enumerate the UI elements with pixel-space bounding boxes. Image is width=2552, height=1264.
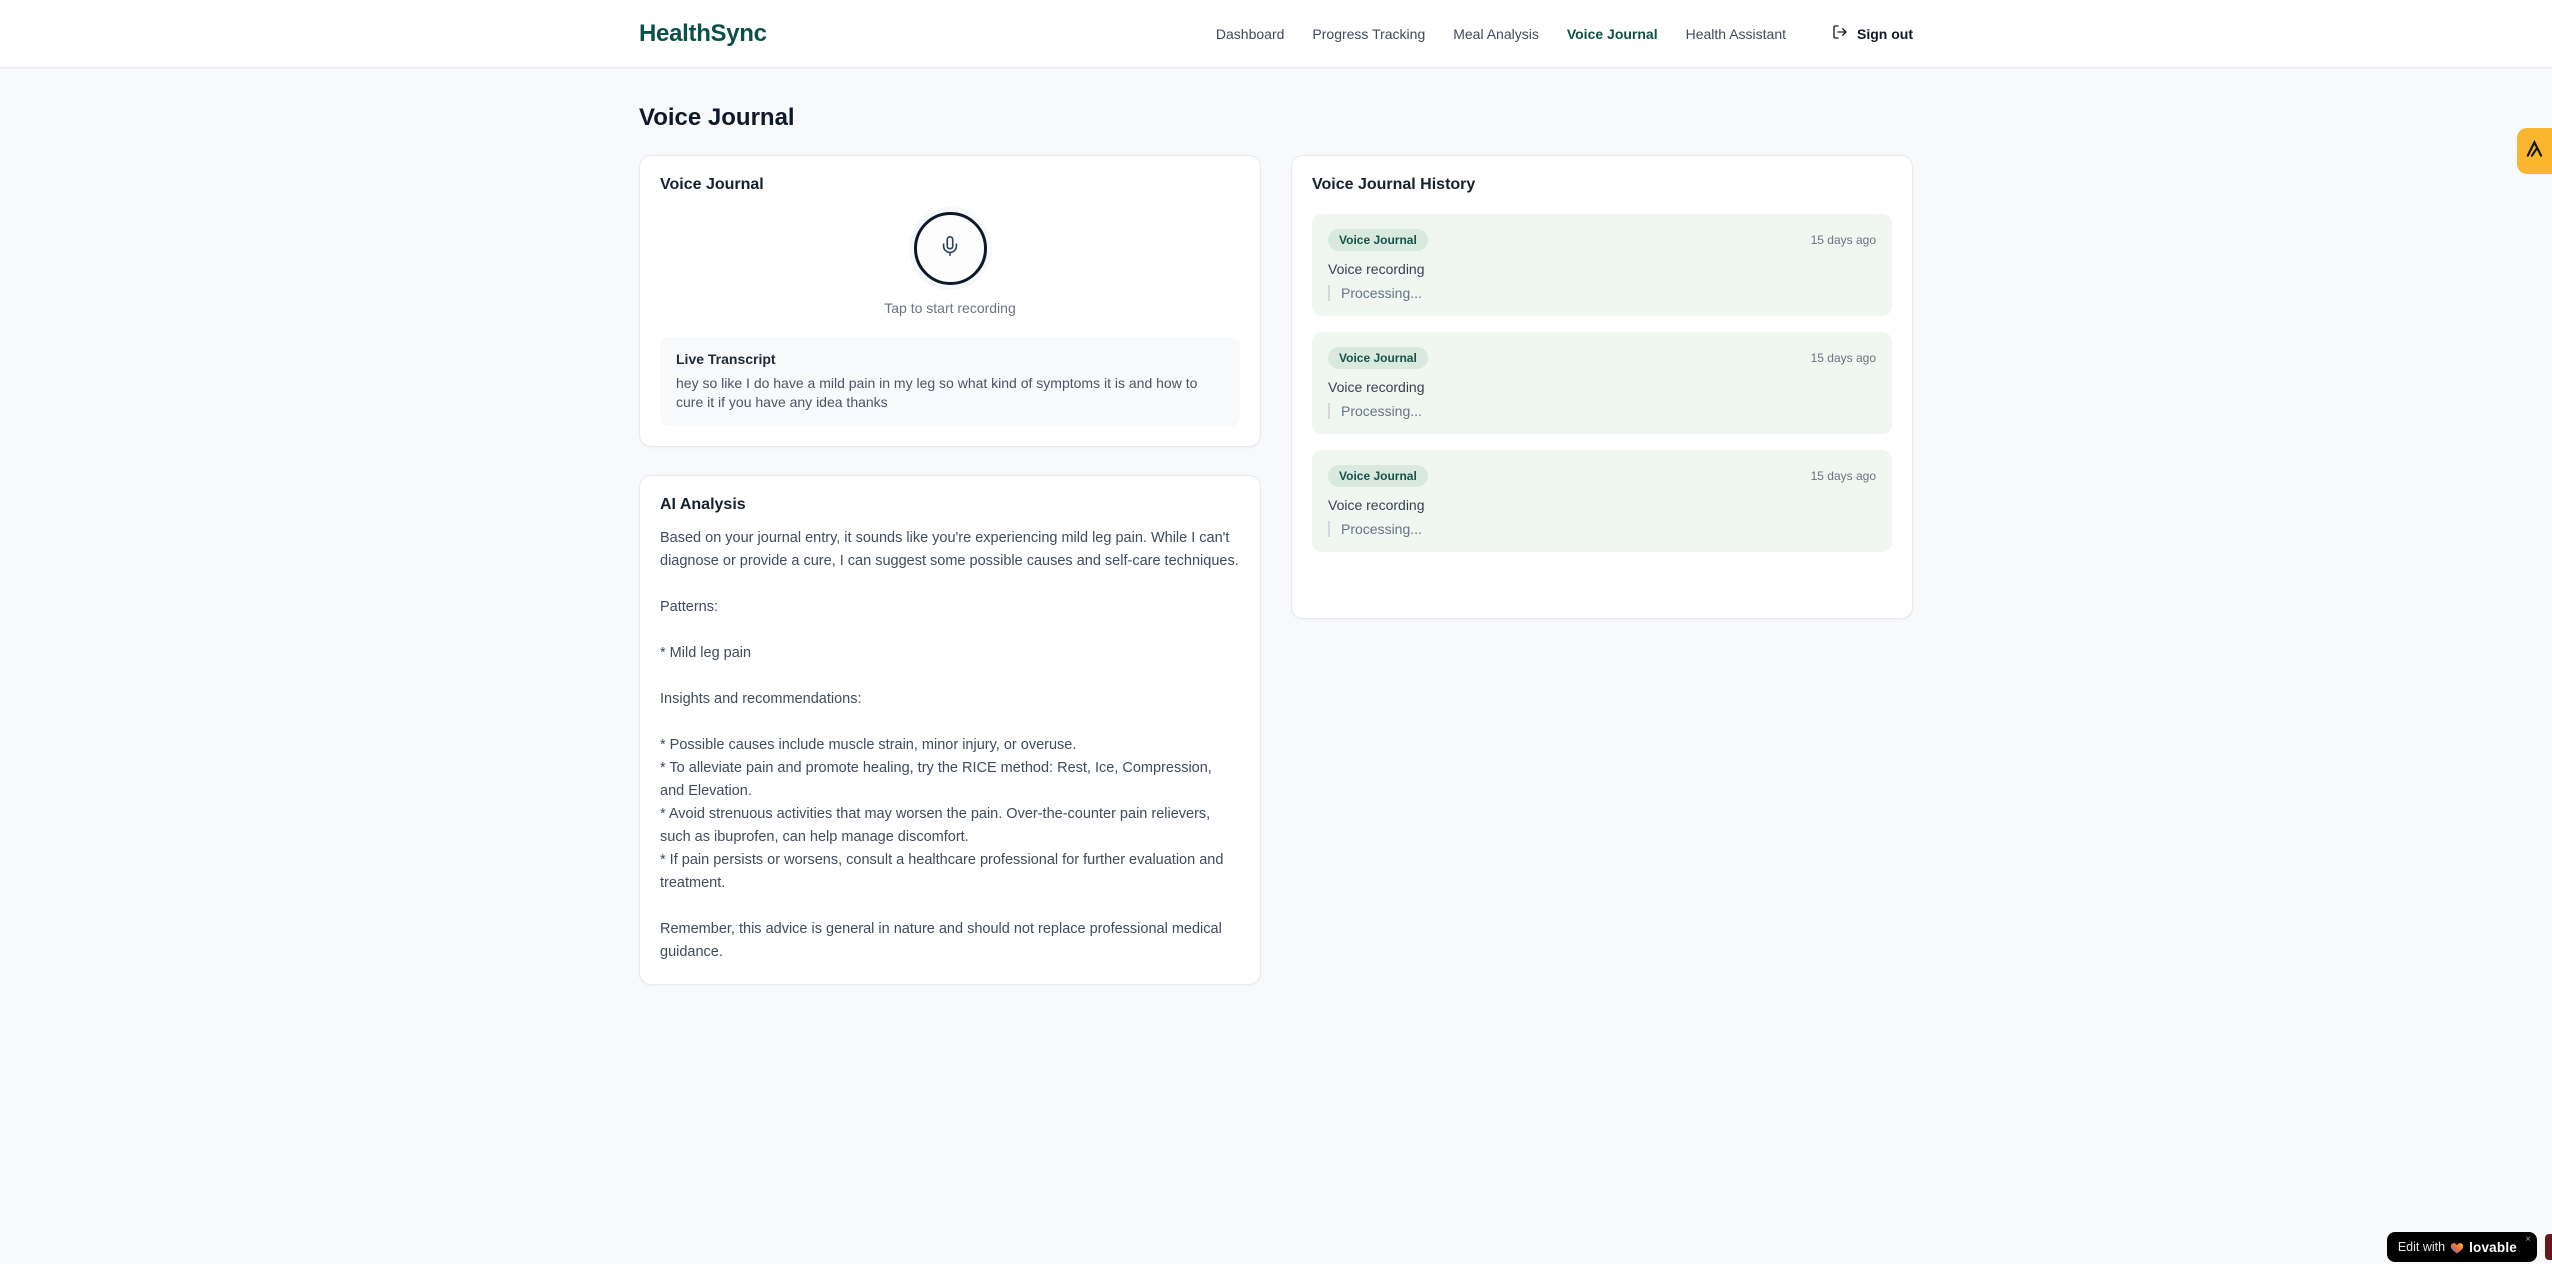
lovable-prefix-label: Edit with [2397,1240,2446,1254]
ai-analysis-body: Based on your journal entry, it sounds l… [660,530,1239,960]
entry-status: Processing... [1328,521,1876,537]
entry-type-badge: Voice Journal [1328,465,1428,487]
entry-timestamp: 15 days ago [1810,233,1876,247]
history-entry[interactable]: Voice Journal 15 days ago Voice recordin… [1312,332,1892,434]
brand-logo[interactable]: HealthSync [639,20,767,48]
page-title: Voice Journal [639,104,795,131]
entry-title: Voice recording [1328,497,1425,513]
lovable-brand-label: lovable [2469,1239,2517,1255]
voice-journal-history-card: Voice Journal History Voice Journal 15 d… [1291,155,1913,619]
nav-dashboard[interactable]: Dashboard [1216,26,1285,42]
entry-status: Processing... [1328,285,1876,301]
entry-title: Voice recording [1328,379,1425,395]
ai-analysis-card: AI Analysis Based on your journal entry,… [639,475,1261,985]
history-entry[interactable]: Voice Journal 15 days ago Voice recordin… [1312,214,1892,316]
entry-type-badge: Voice Journal [1328,229,1428,251]
main-content: Voice Journal Voice Journal Tap to start… [639,68,1913,985]
side-widget-logo-icon [2524,139,2544,164]
sign-out-button[interactable]: Sign out [1832,24,1913,43]
right-column: Voice Journal History Voice Journal 15 d… [1291,155,1913,619]
left-column: Voice Journal Tap to start recording Liv… [639,155,1261,985]
entry-timestamp: 15 days ago [1810,469,1876,483]
recorder-card-title: Voice Journal [660,176,764,193]
voice-recorder-card: Voice Journal Tap to start recording Liv… [639,155,1261,447]
nav-meal-analysis[interactable]: Meal Analysis [1453,26,1539,42]
live-transcript-text: hey so like I do have a mild pain in my … [676,375,1198,410]
edit-with-lovable-badge[interactable]: Edit with lovable × [2386,1232,2537,1262]
ai-analysis-title: AI Analysis [660,496,746,513]
record-button[interactable] [913,212,987,285]
history-card-title: Voice Journal History [1312,176,1476,193]
nav-health-assistant[interactable]: Health Assistant [1686,26,1786,42]
log-out-icon [1832,24,1848,43]
lovable-close-icon[interactable]: × [2525,1235,2531,1245]
lovable-heart-icon [2450,1241,2464,1254]
corner-widget-sliver [2545,1234,2552,1260]
sign-out-label: Sign out [1857,25,1913,42]
entry-timestamp: 15 days ago [1810,351,1876,365]
live-transcript-box: Live Transcript hey so like I do have a … [660,337,1240,426]
nav-voice-journal[interactable]: Voice Journal [1567,26,1658,42]
tap-to-record-hint: Tap to start recording [884,300,1016,316]
entry-type-badge: Voice Journal [1328,347,1428,369]
entry-title: Voice recording [1328,261,1425,277]
history-entry[interactable]: Voice Journal 15 days ago Voice recordin… [1312,450,1892,552]
nav-progress-tracking[interactable]: Progress Tracking [1312,26,1425,42]
entry-status: Processing... [1328,403,1876,419]
history-entry-list: Voice Journal 15 days ago Voice recordin… [1312,214,1892,552]
side-extension-widget[interactable] [2517,128,2552,174]
microphone-icon [939,235,961,262]
live-transcript-label: Live Transcript [676,351,776,367]
app-header: HealthSync Dashboard Progress Tracking M… [0,0,2552,68]
main-nav: Dashboard Progress Tracking Meal Analysi… [1216,24,1913,43]
